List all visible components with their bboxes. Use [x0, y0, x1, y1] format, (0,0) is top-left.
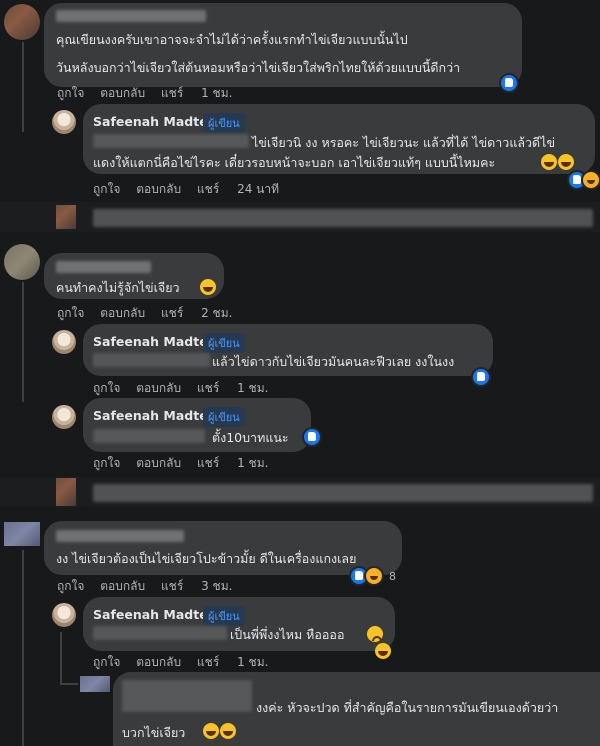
redacted-content — [93, 209, 593, 227]
comment-actions: ถูกใจ ตอบกลับ แชร์ 2 ชม. — [57, 304, 244, 323]
thread-connector — [60, 683, 78, 685]
avatar[interactable] — [52, 603, 76, 627]
comment-actions: ถูกใจ ตอบกลับ แชร์ 3 ชม. — [57, 577, 244, 596]
timestamp[interactable]: 1 ชม. — [237, 655, 268, 669]
comment-text: งงค่ะ หัวจะปวด ที่สำคัญคือในรายการมันเขี… — [256, 700, 559, 715]
laughing-emoji-icon — [375, 643, 391, 659]
avatar — [56, 478, 76, 506]
reply-action[interactable]: ตอบกลับ — [136, 655, 181, 669]
thread-line — [22, 42, 24, 132]
share-action[interactable]: แชร์ — [197, 456, 219, 470]
thread-line — [60, 632, 62, 684]
comment-text: คุณเขียนงงครับเขาอาจจะจำไม่ได้ว่าครั้งแร… — [56, 32, 408, 47]
share-action[interactable]: แชร์ — [161, 86, 183, 100]
comment-text: วันหลังบอกว่าไข่เจียวใส่ต้นหอมหรือว่าไข่… — [56, 60, 461, 75]
comment-actions: ถูกใจ ตอบกลับ แชร์ 1 ชม. — [93, 653, 280, 672]
comment-actions: ถูกใจ ตอบกลับ แชร์ 1 ชม. — [93, 379, 280, 398]
like-reaction-icon[interactable] — [499, 73, 519, 93]
sad-emoji-icon — [367, 626, 383, 642]
avatar[interactable] — [52, 405, 76, 429]
mention-redacted — [93, 626, 227, 640]
laughing-emoji-icon — [203, 723, 219, 739]
share-action[interactable]: แชร์ — [197, 182, 219, 196]
author-badge: ผู้เขียน — [203, 606, 245, 626]
reply-action[interactable]: ตอบกลับ — [136, 182, 181, 196]
share-action[interactable]: แชร์ — [197, 655, 219, 669]
haha-reaction-icon[interactable] — [581, 170, 600, 190]
laughing-emoji-icon — [541, 154, 557, 170]
avatar[interactable] — [52, 330, 76, 354]
like-reaction-icon[interactable] — [471, 367, 491, 387]
commenter-name[interactable]: Safeenah Madteh — [93, 114, 217, 129]
comment-text: คนทำคงไม่รู้จักไข่เจียว — [56, 280, 180, 295]
comment-actions: ถูกใจ ตอบกลับ แชร์ 24 นาที — [93, 180, 291, 199]
author-badge: ผู้เขียน — [203, 407, 245, 427]
commenter-name[interactable]: Safeenah Madteh — [93, 334, 217, 349]
mention-redacted — [93, 134, 249, 148]
comment-text: เป็นพี่พึ่งงไหม หืออออ — [230, 627, 345, 642]
avatar[interactable] — [4, 4, 40, 40]
share-action[interactable]: แชร์ — [197, 381, 219, 395]
like-action[interactable]: ถูกใจ — [93, 456, 120, 470]
timestamp[interactable]: 1 ชม. — [237, 456, 268, 470]
share-action[interactable]: แชร์ — [161, 306, 183, 320]
commenter-name-redacted — [56, 530, 184, 542]
like-action[interactable]: ถูกใจ — [93, 381, 120, 395]
comment-text: แล้วไข่ดาวกับไข่เจียวมันคนละฟีวเลย งงในง… — [212, 354, 455, 369]
avatar — [56, 205, 76, 229]
reply-action[interactable]: ตอบกลับ — [136, 381, 181, 395]
comment-text: ตั้ง10บาทแนะ — [212, 430, 289, 445]
avatar[interactable] — [4, 522, 40, 546]
haha-reaction-icon[interactable] — [364, 566, 384, 586]
redacted-content — [93, 484, 593, 502]
like-action[interactable]: ถูกใจ — [57, 86, 84, 100]
reply-action[interactable]: ตอบกลับ — [100, 306, 145, 320]
reply-action[interactable]: ตอบกลับ — [100, 579, 145, 593]
timestamp[interactable]: 24 นาที — [237, 182, 279, 196]
share-action[interactable]: แชร์ — [161, 579, 183, 593]
like-action[interactable]: ถูกใจ — [57, 579, 84, 593]
comment-actions: ถูกใจ ตอบกลับ แชร์ 1 ชม. — [57, 84, 244, 103]
like-action[interactable]: ถูกใจ — [93, 655, 120, 669]
thread-line — [22, 550, 24, 746]
comment-text: งง ไข่เจียวต้องเป็นไข่เจียวโปะข้าวมั้ย ด… — [56, 551, 357, 566]
commenter-name[interactable]: Safeenah Madteh — [93, 607, 217, 622]
like-action[interactable]: ถูกใจ — [57, 306, 84, 320]
timestamp[interactable]: 1 ชม. — [237, 381, 268, 395]
avatar[interactable] — [4, 244, 40, 280]
author-badge: ผู้เขียน — [203, 113, 245, 133]
reaction-count[interactable]: 8 — [389, 570, 396, 583]
mention-redacted — [93, 353, 210, 367]
avatar[interactable] — [80, 676, 110, 692]
timestamp[interactable]: 3 ชม. — [201, 579, 232, 593]
avatar[interactable] — [52, 110, 76, 134]
comment-text: แดงให้แตกนี่คือไข่ไรคะ เดี๋ยวรอบหน้าจะบอ… — [93, 155, 496, 170]
commenter-name-redacted — [56, 261, 151, 273]
laughing-emoji-icon — [200, 279, 216, 295]
thread-line — [22, 282, 24, 402]
reply-action[interactable]: ตอบกลับ — [136, 456, 181, 470]
comment-actions: ถูกใจ ตอบกลับ แชร์ 1 ชม. — [93, 454, 280, 473]
author-badge: ผู้เขียน — [203, 333, 245, 353]
timestamp[interactable]: 2 ชม. — [201, 306, 232, 320]
laughing-emoji-icon — [220, 723, 236, 739]
commenter-name[interactable]: Safeenah Madteh — [93, 408, 217, 423]
reply-action[interactable]: ตอบกลับ — [100, 86, 145, 100]
redacted-content — [122, 680, 252, 712]
timestamp[interactable]: 1 ชม. — [201, 86, 232, 100]
laughing-emoji-icon — [558, 154, 574, 170]
like-action[interactable]: ถูกใจ — [93, 182, 120, 196]
comment-text: ไข่เจียวนิ งง หรอคะ ไข่เจียวนะ แล้วที่ได… — [252, 135, 556, 150]
comment-text: บวกไข่เจียว — [122, 725, 186, 740]
commenter-name-redacted — [56, 10, 206, 22]
like-reaction-icon[interactable] — [302, 427, 322, 447]
mention-redacted — [93, 429, 205, 443]
